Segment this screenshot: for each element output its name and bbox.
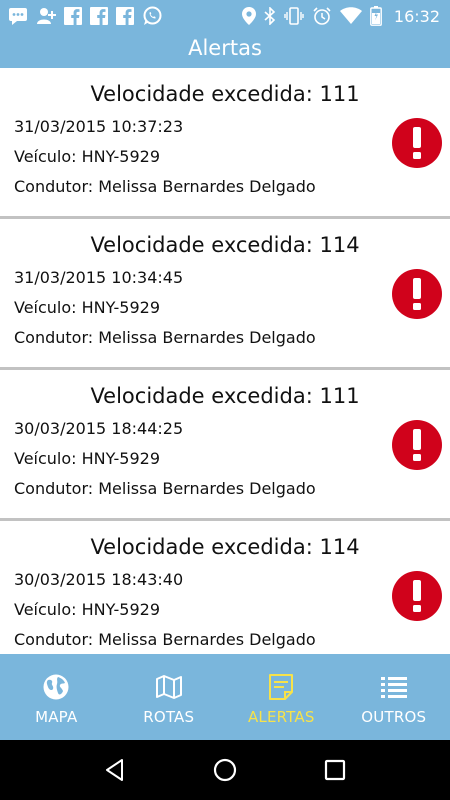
location-icon (241, 5, 256, 27)
battery-icon (369, 5, 382, 27)
alert-vehicle: Veículo: HNY-5929 (14, 298, 161, 317)
tab-label: OUTROS (361, 708, 427, 726)
recents-button[interactable] (315, 750, 355, 790)
exclamation-alert-icon (392, 420, 442, 470)
alert-datetime: 31/03/2015 10:37:23 (14, 117, 184, 136)
tab-rotas[interactable]: ROTAS (113, 654, 226, 740)
system-status-icons: 16:32 (241, 5, 440, 27)
tab-outros[interactable]: OUTROS (338, 654, 450, 740)
facebook-icon (90, 5, 108, 27)
facebook-icon (64, 5, 82, 27)
alert-card[interactable]: Velocidade excedida: 114 30/03/2015 18:4… (0, 521, 450, 654)
globe-icon (42, 672, 70, 702)
status-bar: 16:32 (0, 0, 450, 32)
alert-vehicle: Veículo: HNY-5929 (14, 600, 161, 619)
messages-icon (8, 5, 28, 27)
alert-vehicle: Veículo: HNY-5929 (14, 147, 161, 166)
tab-label: MAPA (35, 708, 78, 726)
recents-icon (324, 759, 346, 781)
alert-title: Velocidade excedida: 111 (90, 82, 360, 106)
page-title: Alertas (188, 36, 262, 60)
alerts-list[interactable]: Velocidade excedida: 111 31/03/2015 10:3… (0, 68, 450, 654)
vibrate-icon (284, 5, 304, 27)
home-button[interactable] (205, 750, 245, 790)
exclamation-alert-icon (392, 571, 442, 621)
facebook-icon (116, 5, 134, 27)
back-button[interactable] (95, 750, 135, 790)
alert-title: Velocidade excedida: 114 (90, 535, 360, 559)
alert-driver: Condutor: Melissa Bernardes Delgado (14, 630, 316, 649)
whatsapp-icon (142, 5, 162, 27)
list-icon (380, 672, 408, 702)
alert-vehicle: Veículo: HNY-5929 (14, 449, 161, 468)
tab-mapa[interactable]: MAPA (0, 654, 113, 740)
notification-icons (8, 5, 162, 27)
bottom-navigation: MAPA ROTAS ALERTAS OUTROS (0, 654, 450, 740)
map-icon (155, 672, 183, 702)
alert-driver: Condutor: Melissa Bernardes Delgado (14, 177, 316, 196)
alert-datetime: 30/03/2015 18:43:40 (14, 570, 184, 589)
alert-driver: Condutor: Melissa Bernardes Delgado (14, 328, 316, 347)
tab-alertas[interactable]: ALERTAS (225, 654, 338, 740)
exclamation-alert-icon (392, 269, 442, 319)
tab-label: ROTAS (143, 708, 195, 726)
app-header: Alertas (0, 32, 450, 68)
alert-title: Velocidade excedida: 111 (90, 384, 360, 408)
bluetooth-icon (264, 5, 276, 27)
alert-datetime: 31/03/2015 10:34:45 (14, 268, 184, 287)
alarm-icon (312, 5, 332, 27)
wifi-icon (339, 5, 362, 27)
alert-card[interactable]: Velocidade excedida: 111 30/03/2015 18:4… (0, 370, 450, 521)
alert-card[interactable]: Velocidade excedida: 111 31/03/2015 10:3… (0, 68, 450, 219)
add-contact-icon (36, 5, 56, 27)
back-icon (106, 759, 123, 781)
exclamation-alert-icon (392, 118, 442, 168)
tab-label: ALERTAS (247, 708, 315, 726)
alert-driver: Condutor: Melissa Bernardes Delgado (14, 479, 316, 498)
home-icon (213, 758, 237, 782)
alert-title: Velocidade excedida: 114 (90, 233, 360, 257)
alert-card[interactable]: Velocidade excedida: 114 31/03/2015 10:3… (0, 219, 450, 370)
note-icon (268, 672, 294, 702)
clock: 16:32 (393, 6, 440, 26)
system-navigation-bar (0, 740, 450, 800)
alert-datetime: 30/03/2015 18:44:25 (14, 419, 184, 438)
